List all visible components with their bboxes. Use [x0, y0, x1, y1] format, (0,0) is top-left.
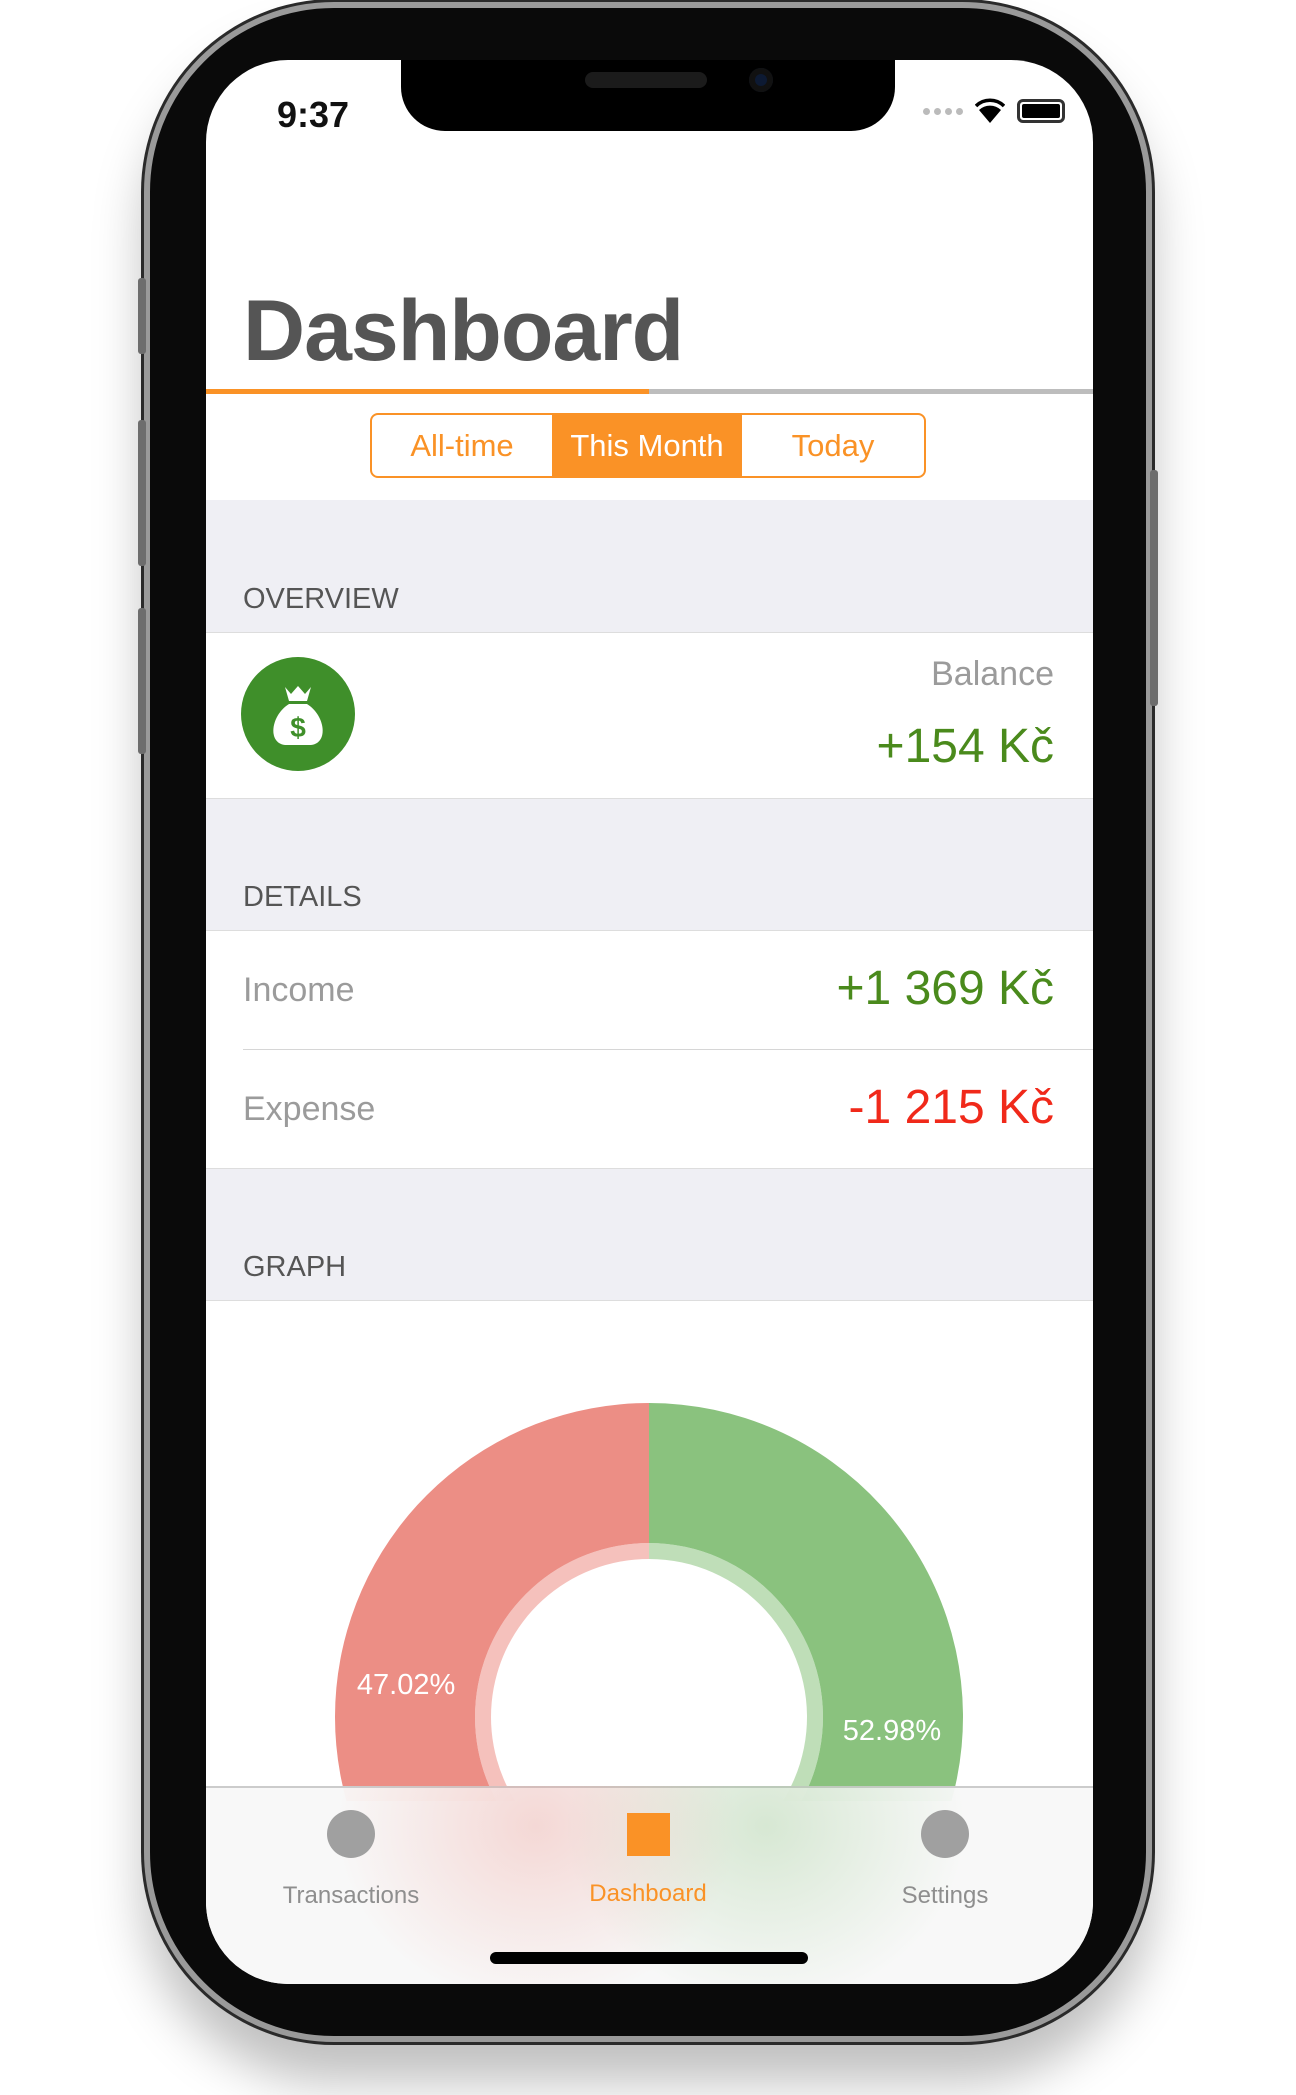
section-title: OVERVIEW	[243, 583, 399, 615]
money-bag-icon: $	[241, 657, 355, 771]
tab-settings[interactable]: Settings	[845, 1810, 1045, 1910]
tab-label: Dashboard	[589, 1880, 707, 1907]
expense-label: Expense	[243, 1090, 376, 1128]
slice-label: 52.98%	[843, 1715, 941, 1747]
overview-header: OVERVIEW	[206, 500, 1093, 633]
balance-row: $ Balance +154 Kč	[206, 633, 1093, 798]
section-title: DETAILS	[243, 881, 362, 913]
svg-text:$: $	[290, 712, 306, 743]
status-time: 9:37	[277, 94, 350, 135]
home-indicator[interactable]	[490, 1952, 808, 1964]
segment-today[interactable]: Today	[742, 415, 924, 476]
speaker	[585, 72, 707, 88]
income-label: Income	[243, 971, 355, 1009]
status-icons	[923, 98, 1065, 124]
slice-label: 47.02%	[357, 1669, 455, 1701]
transactions-icon	[327, 1810, 375, 1858]
screen: 9:37 Dashboard All-time This Month Today…	[206, 60, 1093, 1984]
wifi-icon	[975, 98, 1005, 123]
graph-header: GRAPH	[206, 1168, 1093, 1301]
page-title: Dashboard	[243, 283, 684, 379]
details-header: DETAILS	[206, 798, 1093, 931]
details-list: Income +1 369 Kč Expense -1 215 Kč	[206, 931, 1093, 1168]
segment-this-month[interactable]: This Month	[552, 415, 742, 476]
tab-label: Transactions	[282, 1882, 420, 1909]
period-indicator	[206, 389, 1093, 394]
balance-label: Balance	[931, 655, 1054, 693]
power-button	[1150, 470, 1158, 706]
volume-up-button	[138, 420, 146, 566]
dashboard-icon	[626, 1813, 670, 1856]
segment-all-time[interactable]: All-time	[372, 415, 552, 476]
divider	[243, 1049, 1093, 1050]
battery-icon	[1017, 99, 1065, 123]
tab-transactions[interactable]: Transactions	[251, 1810, 451, 1910]
volume-down-button	[138, 608, 146, 754]
tab-dashboard[interactable]: Dashboard	[548, 1810, 748, 1908]
camera	[749, 68, 773, 92]
balance-value: +154 Kč	[876, 720, 1054, 773]
notch	[401, 60, 895, 131]
settings-icon	[921, 1810, 969, 1858]
income-value: +1 369 Kč	[836, 962, 1055, 1015]
donut-chart: 47.02% 52.98%	[335, 1403, 963, 1801]
section-title: GRAPH	[243, 1251, 347, 1283]
tab-label: Settings	[901, 1882, 989, 1909]
signal-icon	[923, 107, 963, 115]
expense-value: -1 215 Kč	[848, 1081, 1054, 1134]
silent-switch	[138, 278, 146, 354]
period-segmented-control[interactable]: All-time This Month Today	[370, 413, 926, 478]
